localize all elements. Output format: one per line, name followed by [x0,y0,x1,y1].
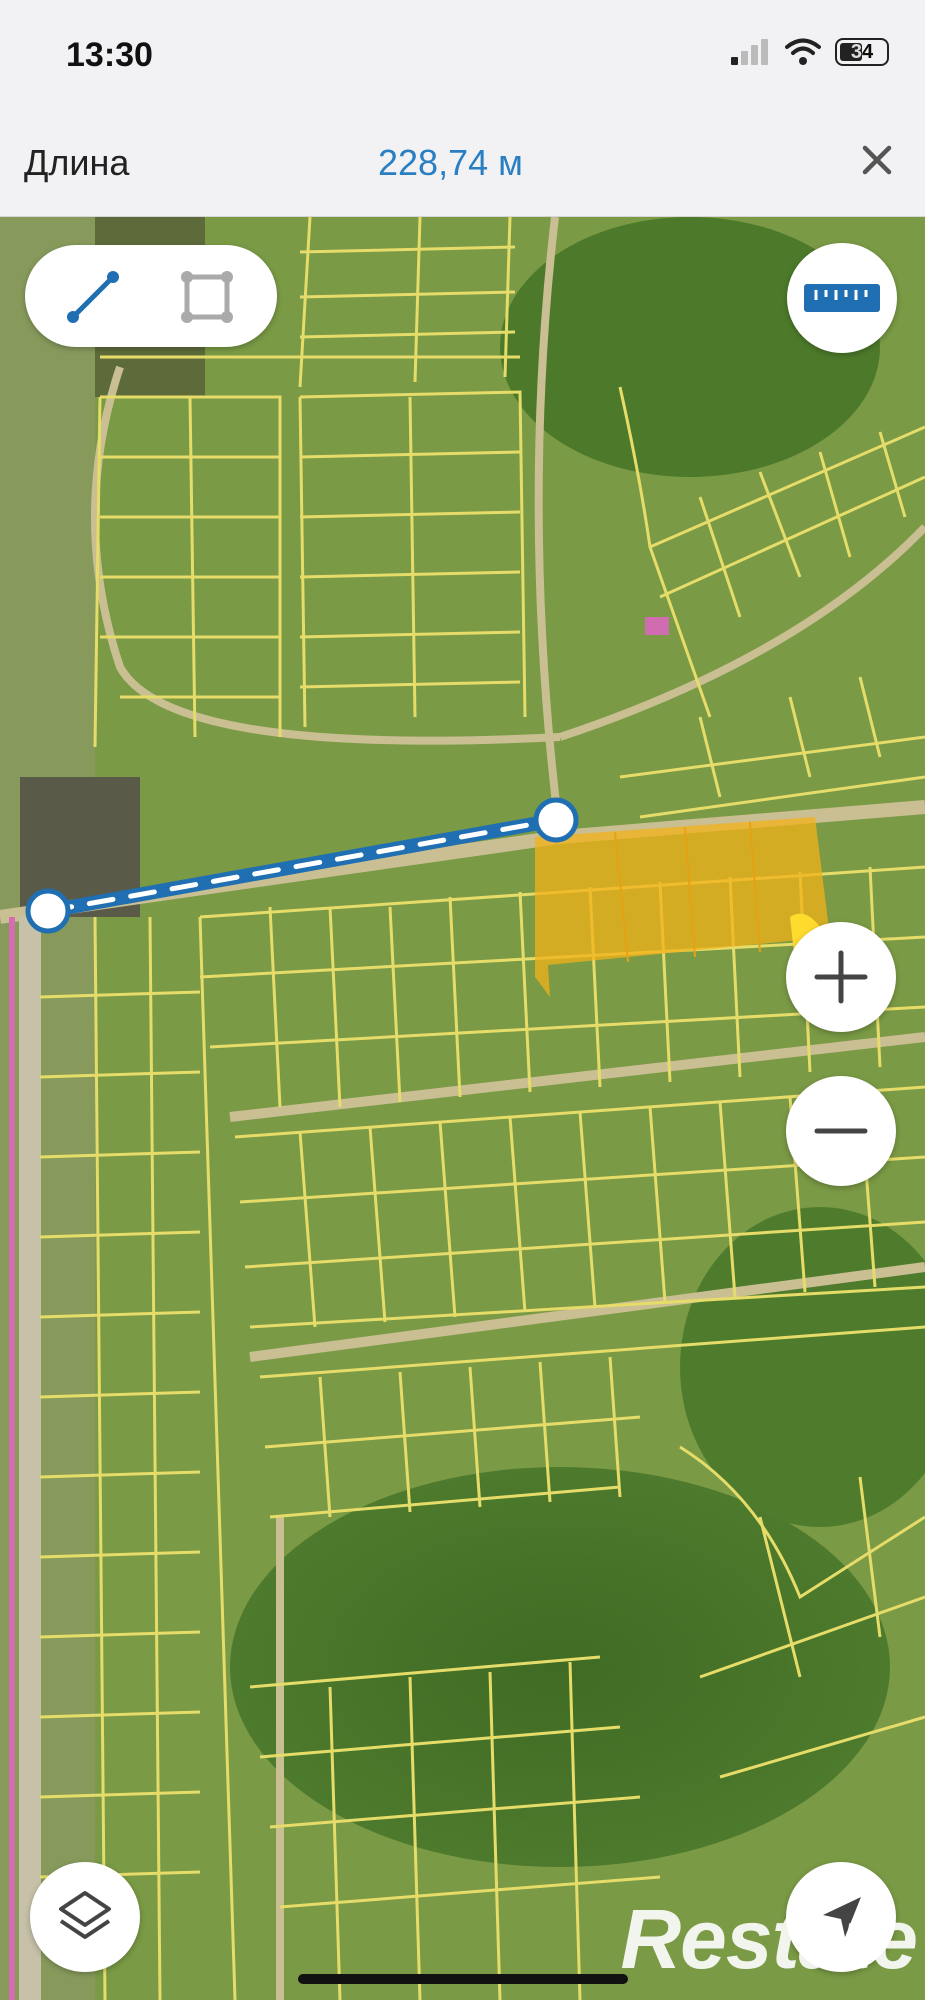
watermark-logo: Restate [620,1892,918,1986]
minus-icon [814,1128,868,1134]
zoom-in-button[interactable] [786,922,896,1032]
wifi-icon [785,38,821,65]
line-icon[interactable] [63,267,123,327]
battery-percent: 34 [850,41,874,63]
polygon-icon[interactable] [175,265,239,329]
signal-icon [731,39,768,65]
status-icons: 34 [731,38,889,66]
battery-icon: 34 [835,38,889,66]
map-view[interactable] [0,217,925,2000]
home-indicator[interactable] [298,1974,628,1984]
status-time: 13:30 [66,36,153,74]
length-label: Длина [24,142,130,183]
close-icon[interactable] [853,136,901,184]
ruler-button[interactable] [787,243,897,353]
status-bar: 13:30 34 [0,0,925,110]
ruler-icon [804,284,880,312]
layers-icon [59,1891,111,1939]
measure-start-handle[interactable] [25,888,71,934]
zoom-out-button[interactable] [786,1076,896,1186]
layers-button[interactable] [30,1862,140,1972]
satellite-map[interactable] [0,217,925,2000]
measure-mode-toggle [25,245,277,347]
length-value: 228,74 м [378,142,523,183]
plus-icon [814,950,868,1004]
measure-end-handle[interactable] [533,797,579,843]
measure-header: Длина 228,74 м [0,110,925,217]
